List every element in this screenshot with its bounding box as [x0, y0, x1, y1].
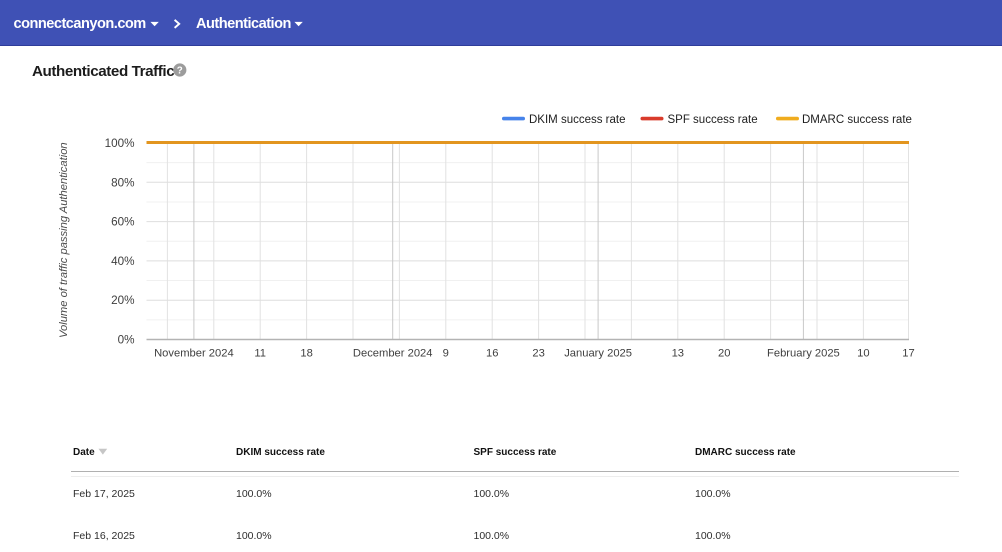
svg-text:Volume of traffic passing Auth: Volume of traffic passing Authentication — [58, 142, 70, 338]
svg-text:SPF success rate: SPF success rate — [668, 114, 758, 126]
svg-text:17: 17 — [902, 348, 914, 360]
svg-text:11: 11 — [254, 348, 266, 360]
svg-text:40%: 40% — [111, 255, 134, 268]
svg-text:16: 16 — [486, 348, 498, 360]
svg-text:9: 9 — [443, 348, 449, 360]
svg-text:60%: 60% — [111, 216, 134, 229]
svg-text:20: 20 — [718, 348, 730, 360]
svg-text:23: 23 — [532, 348, 544, 360]
svg-text:DMARC success rate: DMARC success rate — [802, 114, 912, 126]
svg-text:DKIM success rate: DKIM success rate — [529, 114, 626, 126]
svg-text:13: 13 — [672, 348, 684, 360]
svg-text:0%: 0% — [118, 334, 135, 347]
svg-text:December 2024: December 2024 — [353, 348, 433, 360]
svg-text:20%: 20% — [111, 294, 134, 307]
svg-text:10: 10 — [857, 348, 869, 360]
svg-text:January 2025: January 2025 — [564, 348, 632, 360]
svg-text:80%: 80% — [111, 176, 134, 189]
svg-text:November 2024: November 2024 — [154, 348, 234, 360]
svg-text:February 2025: February 2025 — [767, 348, 840, 360]
svg-text:?: ? — [177, 66, 183, 77]
svg-text:18: 18 — [300, 348, 312, 360]
svg-text:100%: 100% — [105, 137, 135, 150]
